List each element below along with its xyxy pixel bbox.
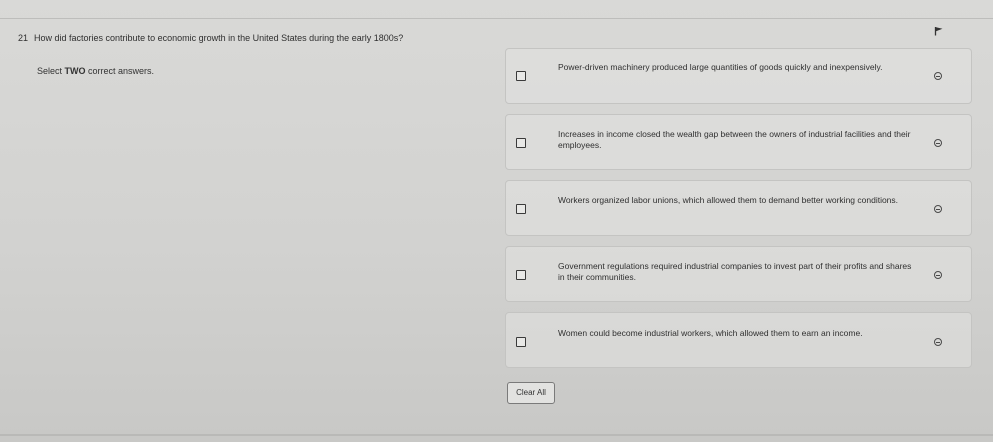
- answer-option[interactable]: Women could become industrial workers, w…: [505, 312, 972, 368]
- question-number: 21: [18, 33, 29, 43]
- answer-option[interactable]: Increases in income closed the wealth ga…: [505, 114, 972, 170]
- instruction-suffix: correct answers.: [85, 66, 155, 76]
- answer-option-text: Increases in income closed the wealth ga…: [558, 129, 911, 150]
- answer-option-text: Power-driven machinery produced large qu…: [558, 62, 883, 72]
- top-divider: [0, 18, 993, 19]
- answer-option[interactable]: Power-driven machinery produced large qu…: [505, 48, 972, 104]
- checkbox-icon[interactable]: [516, 138, 526, 148]
- eliminate-option-icon[interactable]: [934, 139, 942, 147]
- answer-option-text: Women could become industrial workers, w…: [558, 328, 863, 338]
- flag-icon[interactable]: [934, 26, 944, 36]
- question-prompt: 21 How did factories contribute to econom…: [18, 33, 403, 43]
- question-page: 21 How did factories contribute to econom…: [0, 0, 993, 442]
- checkbox-icon[interactable]: [516, 204, 526, 214]
- eliminate-option-icon[interactable]: [934, 338, 942, 346]
- answer-option[interactable]: Government regulations required industri…: [505, 246, 972, 302]
- bottom-divider: [0, 434, 993, 436]
- checkbox-icon[interactable]: [516, 337, 526, 347]
- clear-all-button[interactable]: Clear All: [507, 382, 555, 404]
- eliminate-option-icon[interactable]: [934, 205, 942, 213]
- eliminate-option-icon[interactable]: [934, 72, 942, 80]
- answer-option-text: Workers organized labor unions, which al…: [558, 195, 899, 205]
- answer-option[interactable]: Workers organized labor unions, which al…: [505, 180, 972, 236]
- checkbox-icon[interactable]: [516, 270, 526, 280]
- checkbox-icon[interactable]: [516, 71, 526, 81]
- eliminate-option-icon[interactable]: [934, 271, 942, 279]
- instruction-prefix: Select: [37, 66, 65, 76]
- answer-option-text: Government regulations required industri…: [558, 261, 912, 282]
- instruction-emphasis: TWO: [64, 66, 86, 76]
- question-text: How did factories contribute to economic…: [34, 33, 404, 43]
- instruction-text: Select TWO correct answers.: [37, 66, 154, 76]
